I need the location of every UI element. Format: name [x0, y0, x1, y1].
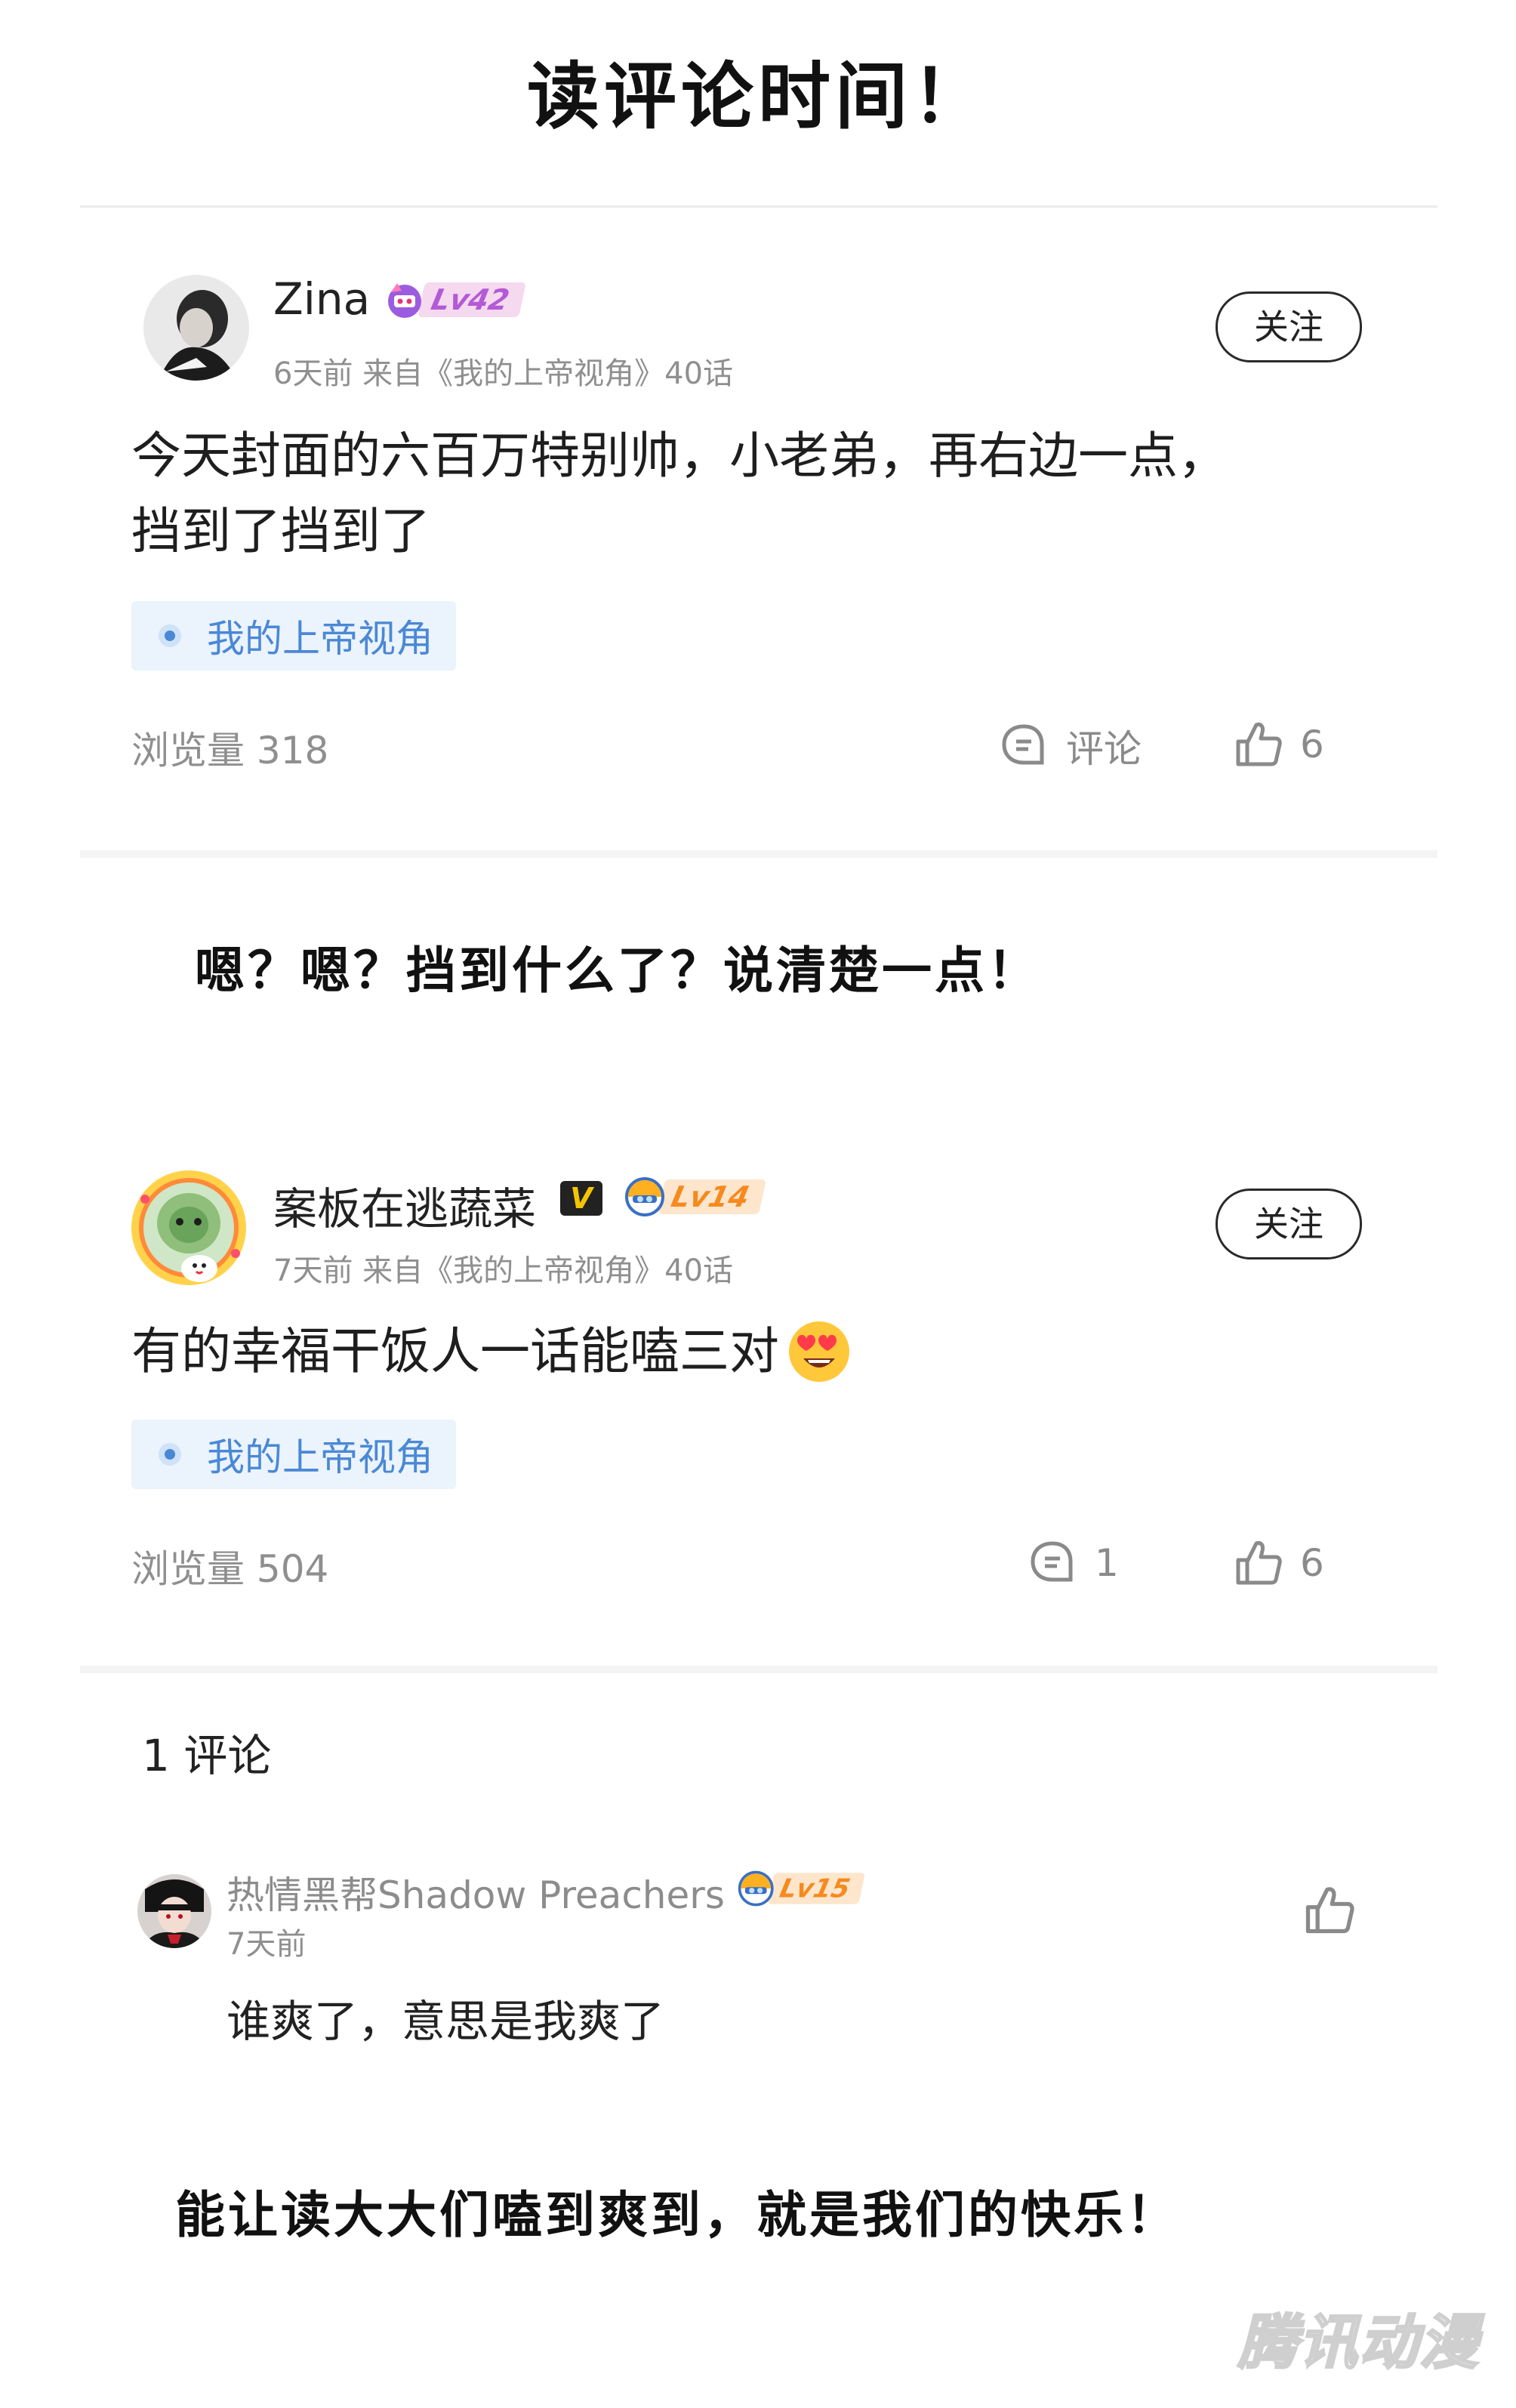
avatar[interactable] [143, 275, 249, 381]
level-badge: Lv42 [384, 281, 526, 319]
header-divider [80, 205, 1437, 208]
thumbs-up-icon [1236, 1541, 1282, 1585]
level-badge: Lv14 [624, 1177, 766, 1216]
topic-dot-icon [159, 1443, 181, 1466]
post-text: 今天封面的六百万特别帅，小老弟，再右边一点， 挡到了挡到了 [131, 418, 1228, 569]
caption-text: 嗯？嗯？挡到什么了？说清楚一点！ [195, 942, 1040, 1000]
reply-like-button[interactable] [1302, 1883, 1356, 1938]
like-button[interactable]: 6 [1232, 719, 1324, 770]
comment-button[interactable]: 1 [1027, 1537, 1119, 1589]
post-username[interactable]: Zina [273, 273, 370, 325]
reply-username[interactable]: 热情黑帮Shadow Preachers [226, 1865, 725, 1919]
topic-label: 我的上帝视角 [207, 1435, 433, 1479]
post-username[interactable]: 案板在逃蔬菜 [273, 1173, 536, 1237]
reply-text: 谁爽了，意思是我爽了 [226, 1996, 665, 2047]
level-text: Lv14 [658, 1179, 766, 1214]
topic-tag[interactable]: 我的上帝视角 [131, 601, 456, 671]
watermark-logo: 腾讯动漫 [1237, 2308, 1481, 2379]
view-count: 浏览量 504 [131, 1547, 329, 1591]
level-text: Lv42 [418, 282, 526, 317]
topic-label: 我的上帝视角 [207, 617, 433, 661]
avatar[interactable] [130, 1169, 248, 1287]
post-meta: 7天前 来自《我的上帝视角》40话 [273, 1253, 734, 1288]
thumbs-up-icon [1236, 723, 1282, 766]
thumbs-up-icon [1305, 1887, 1354, 1934]
follow-button[interactable]: 关注 [1216, 291, 1362, 362]
post-text: 有的幸福干饭人一话能嗑三对 [131, 1314, 853, 1389]
post-text-line: 挡到了挡到了 [131, 502, 430, 560]
like-count: 6 [1300, 1541, 1324, 1585]
comment-button[interactable]: 评论 [998, 719, 1142, 773]
level-icon [388, 283, 421, 318]
like-button[interactable]: 6 [1232, 1537, 1324, 1589]
post-meta: 6天前 来自《我的上帝视角》40话 [273, 356, 734, 391]
level-text: Lv15 [767, 1873, 865, 1904]
topic-tag[interactable]: 我的上帝视角 [131, 1420, 456, 1489]
reply-time: 7天前 [226, 1927, 307, 1962]
post-text-content: 有的幸福干饭人一话能嗑三对 [131, 1322, 779, 1380]
post-divider [80, 850, 1437, 858]
level-badge: Lv15 [737, 1870, 865, 1907]
heart-eyes-emoji-icon [789, 1321, 849, 1382]
post-text-line: 今天封面的六百万特别帅，小老弟，再右边一点， [131, 427, 1228, 485]
post-divider [80, 1666, 1437, 1673]
level-icon [738, 1870, 774, 1907]
comments-count: 1 评论 [142, 1730, 272, 1781]
like-count: 6 [1300, 723, 1324, 766]
follow-button[interactable]: 关注 [1216, 1189, 1362, 1259]
caption-text: 能让读大大们嗑到爽到，就是我们的快乐！ [175, 2186, 1179, 2244]
topic-dot-icon [159, 624, 181, 647]
view-count: 浏览量 318 [131, 729, 329, 772]
comment-label: 评论 [1066, 727, 1142, 771]
comment-count: 1 [1095, 1541, 1119, 1585]
level-icon [625, 1177, 664, 1216]
page-title: 读评论时间！ [527, 54, 989, 139]
avatar[interactable] [137, 1874, 211, 1948]
vip-badge: V [560, 1181, 602, 1216]
comment-icon [1031, 1541, 1073, 1582]
comment-icon [1002, 724, 1044, 765]
